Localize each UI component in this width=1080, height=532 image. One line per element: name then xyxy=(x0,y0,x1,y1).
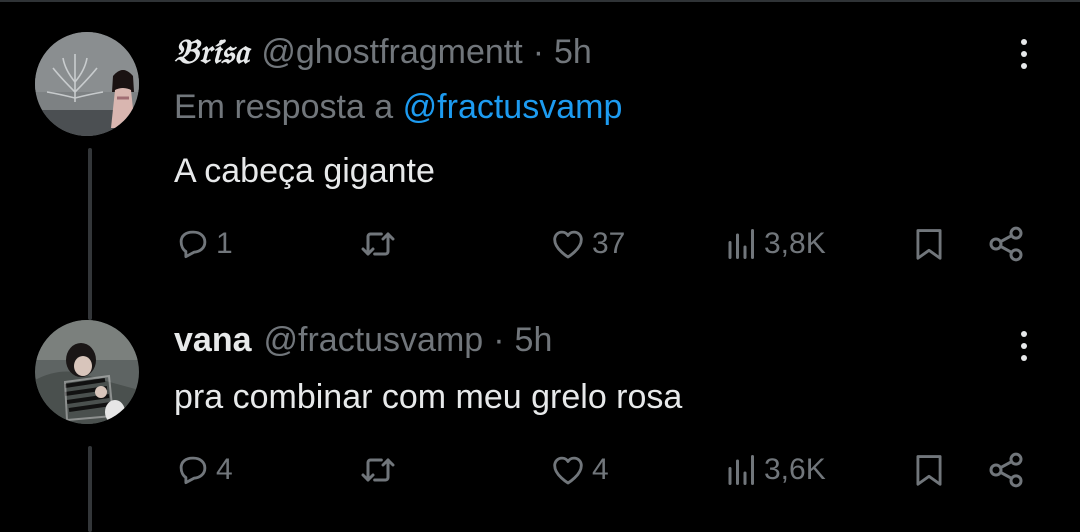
bookmark-button[interactable] xyxy=(910,222,948,266)
timestamp[interactable]: 5h xyxy=(554,33,592,72)
reply-mention-link[interactable]: @fractusvamp xyxy=(403,88,623,126)
share-icon xyxy=(989,226,1023,262)
reply-icon xyxy=(179,456,207,485)
thread-connector xyxy=(88,148,92,320)
reply-count: 1 xyxy=(216,227,233,260)
reply-icon xyxy=(179,230,207,259)
view-count: 3,8K xyxy=(764,227,826,260)
more-icon[interactable] xyxy=(1004,32,1044,76)
view-count: 3,6K xyxy=(764,453,826,486)
thread-connector xyxy=(88,446,92,532)
share-icon xyxy=(989,452,1023,488)
views-icon xyxy=(728,229,754,259)
reply-button[interactable]: 4 xyxy=(174,448,233,492)
like-button[interactable]: 4 xyxy=(548,448,609,492)
separator-dot: · xyxy=(532,32,545,71)
views-button[interactable]: 3,8K xyxy=(724,222,826,266)
like-count: 4 xyxy=(592,453,609,486)
tweet-text: A cabeça gigante xyxy=(174,152,435,190)
display-name[interactable]: 𝔅𝔯𝔦́𝔰𝔞 xyxy=(174,32,249,72)
username[interactable]: @fractusvamp xyxy=(264,321,484,360)
tweet-header: 𝔅𝔯𝔦́𝔰𝔞 @ghostfragmentt · 5h xyxy=(174,30,592,74)
separator-dot: · xyxy=(493,320,505,359)
retweet-button[interactable] xyxy=(358,448,402,492)
bookmark-icon xyxy=(916,455,942,486)
retweet-icon xyxy=(361,458,395,482)
more-icon[interactable] xyxy=(1004,324,1044,368)
share-button[interactable] xyxy=(986,222,1026,266)
like-icon xyxy=(553,230,583,259)
avatar[interactable] xyxy=(35,320,139,424)
like-icon xyxy=(553,456,583,485)
like-count: 37 xyxy=(592,227,626,260)
retweet-button[interactable] xyxy=(358,222,402,266)
avatar[interactable] xyxy=(35,32,139,136)
views-icon xyxy=(728,455,754,485)
username[interactable]: @ghostfragmentt xyxy=(261,33,522,72)
top-divider xyxy=(0,0,1080,2)
views-button[interactable]: 3,6K xyxy=(724,448,826,492)
reply-prefix: Em resposta a xyxy=(174,88,394,126)
bookmark-icon xyxy=(916,229,942,260)
reply-button[interactable]: 1 xyxy=(174,222,233,266)
tweet-text: pra combinar com meu grelo rosa xyxy=(174,378,683,416)
timestamp[interactable]: 5h xyxy=(515,321,553,360)
display-name[interactable]: vana xyxy=(174,321,252,360)
reply-context: Em resposta a @fractusvamp xyxy=(174,88,622,127)
reply-count: 4 xyxy=(216,453,233,486)
share-button[interactable] xyxy=(986,448,1026,492)
tweet-header: vana @fractusvamp · 5h xyxy=(174,318,552,362)
bookmark-button[interactable] xyxy=(910,448,948,492)
retweet-icon xyxy=(361,232,395,256)
like-button[interactable]: 37 xyxy=(548,222,625,266)
